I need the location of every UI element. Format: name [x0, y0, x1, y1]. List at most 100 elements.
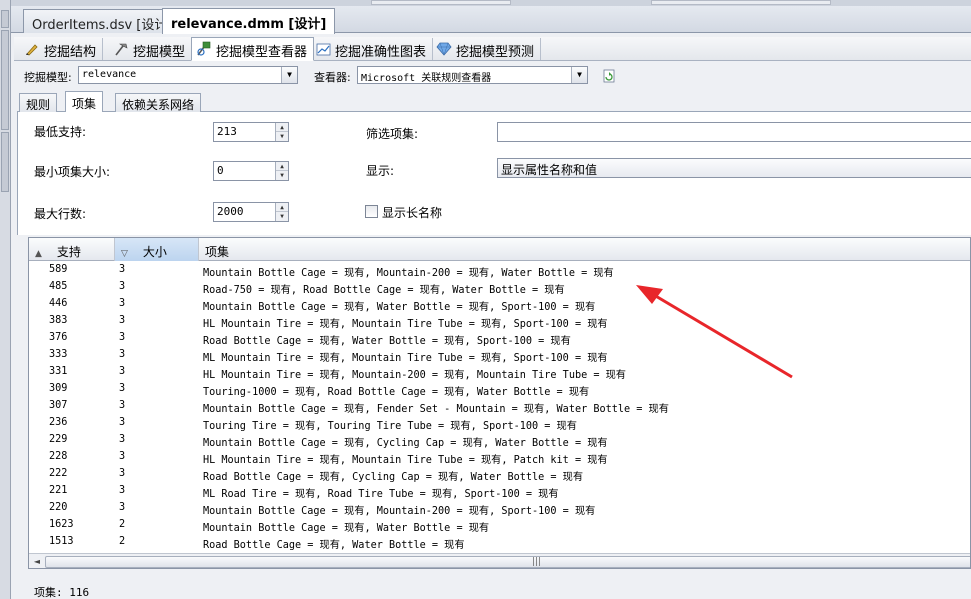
itemset-cell: Mountain Bottle Cage = 现有, Cycling Cap =… — [203, 438, 608, 449]
model-viewer-icon — [196, 41, 212, 56]
table-row[interactable]: 446 3 Mountain Bottle Cage = 现有, Water Bot… — [29, 296, 970, 313]
spin-down-icon[interactable]: ▼ — [276, 171, 288, 180]
toolbox-tab[interactable] — [1, 132, 9, 192]
support-cell: 331 — [49, 366, 68, 377]
tab-rules[interactable]: 规则 — [19, 93, 58, 112]
itemset-cell: Road Bottle Cage = 现有, Cycling Cap = 现有,… — [203, 472, 584, 483]
itemset-cell: Mountain Bottle Cage = 现有, Water Bottle … — [203, 302, 596, 313]
size-cell: 3 — [119, 502, 126, 513]
tab-accuracy-chart[interactable]: 挖掘准确性图表 — [311, 38, 434, 60]
show-long-name-checkbox[interactable] — [365, 205, 378, 218]
tab-model-prediction[interactable]: 挖掘模型预测 — [432, 38, 542, 60]
grid-header: ▲ 支持 ▽ 大小 项集 — [29, 238, 970, 261]
table-row[interactable]: 589 3 Mountain Bottle Cage = 现有, Mountain-… — [29, 262, 970, 279]
sort-ascending-icon: ▲ — [35, 249, 42, 259]
display-mode-dropdown[interactable]: 显示属性名称和值 — [497, 158, 971, 178]
table-row[interactable]: 485 3 Road-750 = 现有, Road Bottle Cage = 现有… — [29, 279, 970, 296]
support-cell: 376 — [49, 332, 68, 343]
tab-mining-structure[interactable]: 挖掘结构 — [20, 38, 104, 60]
tab-model-viewer[interactable]: 挖掘模型查看器 — [191, 37, 315, 61]
display-label: 显示: — [366, 164, 395, 178]
max-rows-spinner[interactable]: 2000 ▲ ▼ — [213, 202, 289, 222]
support-cell: 236 — [49, 417, 68, 428]
itemset-cell: Road-750 = 现有, Road Bottle Cage = 现有, Wa… — [203, 285, 565, 296]
spin-up-icon[interactable]: ▲ — [276, 162, 288, 171]
support-cell: 309 — [49, 383, 68, 394]
size-cell: 3 — [119, 332, 126, 343]
support-cell: 446 — [49, 298, 68, 309]
show-long-name-label: 显示长名称 — [382, 206, 443, 220]
support-cell: 333 — [49, 349, 68, 360]
table-row[interactable]: 229 3 Mountain Bottle Cage = 现有, Cycling C… — [29, 432, 970, 449]
itemset-cell: Road Bottle Cage = 现有, Water Bottle = 现有… — [203, 336, 571, 347]
doc-tab-relevance[interactable]: relevance.dmm [设计] — [162, 8, 336, 34]
toolbox-strip[interactable] — [0, 0, 11, 599]
column-header-size[interactable]: ▽ 大小 — [115, 238, 199, 261]
support-cell: 1513 — [49, 536, 74, 547]
table-row[interactable]: 1513 2 Road Bottle Cage = 现有, Water Bottle… — [29, 534, 970, 551]
chevron-down-icon: ▼ — [571, 67, 587, 83]
table-row[interactable]: 222 3 Road Bottle Cage = 现有, Cycling Cap =… — [29, 466, 970, 483]
mining-model-dropdown[interactable]: relevance ▼ — [78, 66, 298, 84]
designer-tab-bar: 挖掘结构 挖掘模型 挖掘模型查看器 挖掘准确性图表 挖掘模型预测 — [14, 37, 971, 61]
table-row[interactable]: 220 3 Mountain Bottle Cage = 现有, Mountain-… — [29, 500, 970, 517]
size-cell: 3 — [119, 298, 126, 309]
mining-model-label: 挖掘模型: — [24, 71, 72, 84]
table-row[interactable]: 331 3 HL Mountain Tire = 现有, Mountain-200 … — [29, 364, 970, 381]
support-cell: 221 — [49, 485, 68, 496]
size-cell: 2 — [119, 536, 126, 547]
tab-mining-model[interactable]: 挖掘模型 — [109, 38, 193, 60]
size-cell: 3 — [119, 349, 126, 360]
refresh-icon[interactable] — [601, 68, 617, 84]
doc-tab-orderitems[interactable]: OrderItems.dsv [设计] — [23, 9, 182, 33]
min-support-label: 最低支持: — [34, 125, 87, 139]
support-cell: 485 — [49, 281, 68, 292]
column-header-support[interactable]: ▲ 支持 — [29, 238, 115, 261]
spin-up-icon[interactable]: ▲ — [276, 203, 288, 212]
itemset-cell: Mountain Bottle Cage = 现有, Fender Set - … — [203, 404, 669, 415]
itemset-grid[interactable]: ▲ 支持 ▽ 大小 项集 589 3 Mountain Bottle Cage = … — [28, 237, 971, 569]
column-header-itemset[interactable]: 项集 — [199, 238, 970, 261]
tab-itemsets[interactable]: 项集 — [65, 91, 104, 113]
scroll-left-icon[interactable]: ◄ — [31, 556, 43, 568]
table-row[interactable]: 383 3 HL Mountain Tire = 现有, Mountain Tire… — [29, 313, 970, 330]
filter-itemset-input[interactable] — [497, 122, 971, 142]
size-cell: 3 — [119, 400, 126, 411]
tab-dependency-network[interactable]: 依赖关系网络 — [115, 93, 202, 112]
spin-up-icon[interactable]: ▲ — [276, 123, 288, 132]
table-row[interactable]: 1623 2 Mountain Bottle Cage = 现有, Water Bo… — [29, 517, 970, 534]
viewer-sub-tabs: 规则 项集 依赖关系网络 — [17, 91, 971, 113]
size-cell: 3 — [119, 468, 126, 479]
toolbox-tab[interactable] — [1, 30, 9, 130]
itemset-cell: ML Road Tire = 现有, Road Tire Tube = 现有, … — [203, 489, 559, 500]
viewer-label: 查看器: — [314, 71, 351, 84]
table-row[interactable]: 309 3 Touring-1000 = 现有, Road Bottle Cage … — [29, 381, 970, 398]
table-row[interactable]: 236 3 Touring Tire = 现有, Touring Tire Tube… — [29, 415, 970, 432]
grid-body: 589 3 Mountain Bottle Cage = 现有, Mountain-… — [29, 262, 970, 551]
horizontal-scrollbar[interactable]: ◄ ||| — [29, 553, 970, 568]
table-row[interactable]: 307 3 Mountain Bottle Cage = 现有, Fender Se… — [29, 398, 970, 415]
max-rows-label: 最大行数: — [34, 207, 87, 221]
viewer-dropdown[interactable]: Microsoft 关联规则查看器 ▼ — [357, 66, 588, 84]
itemset-cell: HL Mountain Tire = 现有, Mountain-200 = 现有… — [203, 370, 626, 381]
itemset-cell: Mountain Bottle Cage = 现有, Mountain-200 … — [203, 506, 596, 517]
toolbox-tab[interactable] — [1, 10, 9, 28]
viewer-toolbar: 挖掘模型: relevance ▼ 查看器: Microsoft 关联规则查看器… — [14, 62, 971, 90]
itemset-settings-panel: 最低支持: 213 ▲ ▼ 最小项集大小: 0 ▲ ▼ 最大行数: 2000 ▲ ▼ … — [17, 112, 971, 235]
support-cell: 222 — [49, 468, 68, 479]
table-row[interactable]: 221 3 ML Road Tire = 现有, Road Tire Tube = … — [29, 483, 970, 500]
support-cell: 307 — [49, 400, 68, 411]
scrollbar-thumb[interactable]: ||| — [45, 556, 970, 568]
table-row[interactable]: 376 3 Road Bottle Cage = 现有, Water Bottle … — [29, 330, 970, 347]
size-cell: 3 — [119, 383, 126, 394]
min-itemset-size-spinner[interactable]: 0 ▲ ▼ — [213, 161, 289, 181]
grip-icon: ||| — [532, 557, 542, 567]
table-row[interactable]: 333 3 ML Mountain Tire = 现有, Mountain Tire… — [29, 347, 970, 364]
spin-down-icon[interactable]: ▼ — [276, 132, 288, 141]
spin-down-icon[interactable]: ▼ — [276, 212, 288, 221]
support-cell: 228 — [49, 451, 68, 462]
table-row[interactable]: 228 3 HL Mountain Tire = 现有, Mountain Tire… — [29, 449, 970, 466]
min-support-spinner[interactable]: 213 ▲ ▼ — [213, 122, 289, 142]
support-cell: 220 — [49, 502, 68, 513]
sort-descending-icon: ▽ — [121, 249, 128, 259]
